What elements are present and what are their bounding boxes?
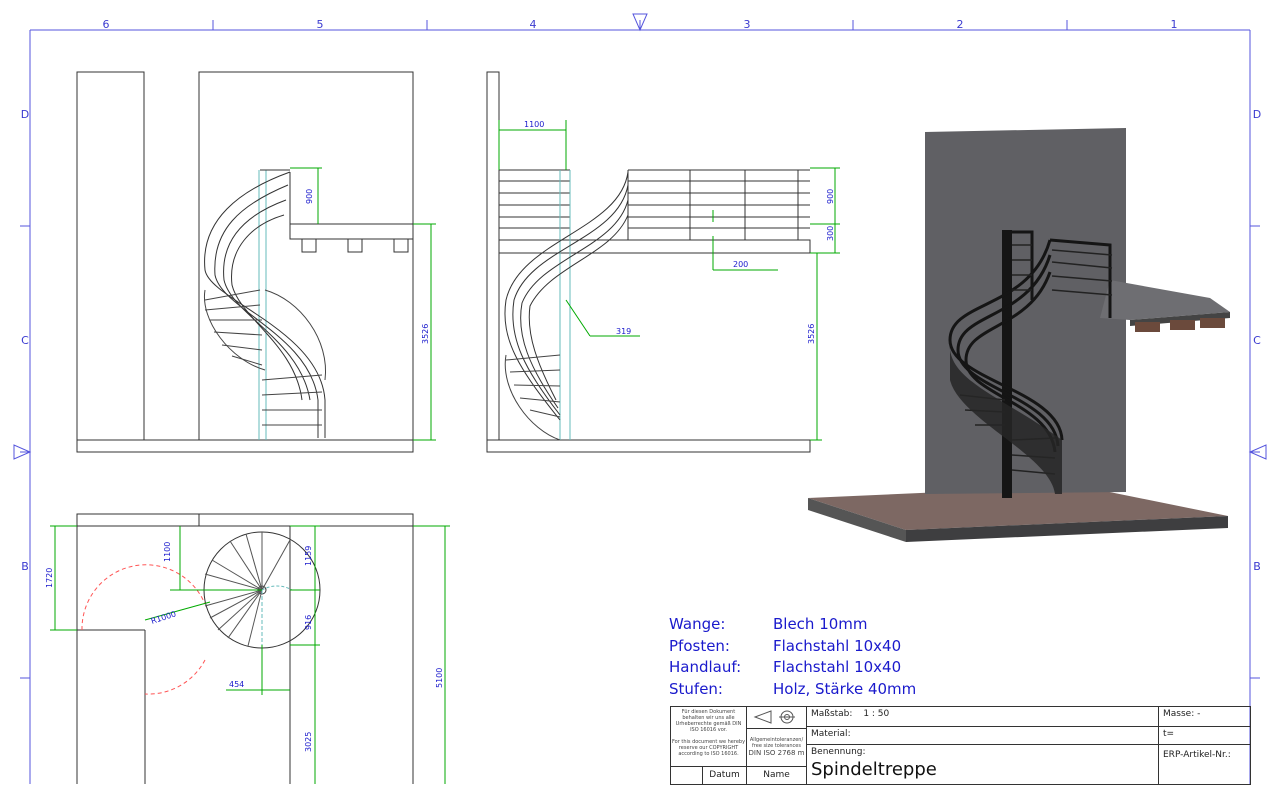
date-header-cell: Datum xyxy=(703,767,747,785)
date-label: Datum xyxy=(709,770,740,780)
erp-cell: ERP-Artikel-Nr.: xyxy=(1159,745,1251,785)
dim-r1000: R1000 xyxy=(150,609,177,626)
reference-radius-arc xyxy=(81,564,206,695)
projection-symbol-icon xyxy=(753,710,795,724)
tolerance-cell: Allgemeintoleranzen/ free size tolerance… xyxy=(747,729,807,767)
dim-454: 454 xyxy=(229,680,244,689)
note-key: Pfosten: xyxy=(669,636,730,655)
front-view xyxy=(486,71,811,453)
technical-drawing-sheet: 6 5 4 3 2 1 D C B D C B 900 3526 1100 90… xyxy=(13,13,1267,784)
note-row: Wange: Blech 10mm xyxy=(669,614,916,636)
row-label: B xyxy=(1253,560,1261,573)
dim-916: 916 xyxy=(304,615,313,630)
scale-label: Maßstab: xyxy=(811,709,853,719)
thickness-cell: t= xyxy=(1159,727,1251,745)
dim-3526: 3526 xyxy=(421,324,430,344)
dim-3526: 3526 xyxy=(807,324,816,344)
column-label: 3 xyxy=(744,18,751,31)
dim-1100: 1100 xyxy=(163,542,172,562)
note-value: Blech 10mm xyxy=(773,615,868,633)
drawing-name: Spindeltreppe xyxy=(811,759,937,780)
row-label: C xyxy=(1253,334,1261,347)
note-key: Stufen: xyxy=(669,679,723,698)
row-label: D xyxy=(1253,108,1261,121)
title-block: Für diesen Dokument behalten wir uns all… xyxy=(670,706,1251,785)
note-value: Flachstahl 10x40 xyxy=(773,636,902,655)
revision-blank-cell xyxy=(671,767,703,785)
column-label: 2 xyxy=(957,18,964,31)
mass-label: Masse: - xyxy=(1163,709,1201,719)
projection-symbol-cell xyxy=(747,707,807,729)
plan-view-dim-text: 1720 1100 R1000 1159 916 454 5100 3025 xyxy=(45,542,444,752)
plan-view-dimensions xyxy=(50,525,450,784)
dim-1720: 1720 xyxy=(45,568,54,588)
dim-300: 300 xyxy=(826,226,835,241)
dim-1159: 1159 xyxy=(304,546,313,566)
copyright-de: Für diesen Dokument behalten wir uns all… xyxy=(675,709,742,733)
isometric-render xyxy=(808,128,1230,542)
dim-200: 200 xyxy=(733,260,748,269)
mass-cell: Masse: - xyxy=(1159,707,1251,727)
side-view-dimensions xyxy=(290,167,436,441)
note-key: Wange: xyxy=(669,615,726,633)
row-label: C xyxy=(21,334,29,347)
tolerance-standard: DIN ISO 2768 m xyxy=(748,749,805,757)
dim-3025: 3025 xyxy=(304,732,313,752)
material-label: Material: xyxy=(811,729,851,739)
dim-1100: 1100 xyxy=(524,120,544,129)
row-label: D xyxy=(21,108,29,121)
note-value: Holz, Stärke 40mm xyxy=(773,679,917,698)
dim-900: 900 xyxy=(826,189,835,204)
note-row: Stufen: Holz, Stärke 40mm xyxy=(669,679,916,701)
front-view-dim-text: 1100 900 300 200 319 3526 xyxy=(524,120,835,344)
erp-label: ERP-Artikel-Nr.: xyxy=(1163,750,1231,760)
front-view-dimensions xyxy=(498,120,840,441)
note-row: Handlauf: Flachstahl 10x40 xyxy=(669,657,916,679)
scale-cell: Maßstab: 1 : 50 xyxy=(807,707,1159,727)
column-label: 4 xyxy=(530,18,537,31)
column-label: 5 xyxy=(317,18,324,31)
thickness-label: t= xyxy=(1163,729,1175,739)
material-label-cell: Material: xyxy=(807,727,1159,745)
column-label: 6 xyxy=(103,18,110,31)
plan-view xyxy=(76,513,414,784)
note-value: Flachstahl 10x40 xyxy=(773,658,902,676)
dim-5100: 5100 xyxy=(435,668,444,688)
side-view xyxy=(76,71,414,453)
material-notes: Wange: Blech 10mm Pfosten: Flachstahl 10x… xyxy=(669,614,916,700)
copyright-cell: Für diesen Dokument behalten wir uns all… xyxy=(671,707,747,767)
dim-900: 900 xyxy=(305,189,314,204)
tolerance-note: Allgemeintoleranzen/ free size tolerance… xyxy=(749,737,804,749)
person-header-cell: Name xyxy=(747,767,807,785)
person-label: Name xyxy=(763,770,790,780)
note-key: Handlauf: xyxy=(669,658,742,676)
name-cell: Benennung: Spindeltreppe xyxy=(807,745,1159,785)
side-view-dim-text: 900 3526 xyxy=(305,189,430,344)
dim-319: 319 xyxy=(616,327,631,336)
row-label: B xyxy=(21,560,29,573)
scale-value: 1 : 50 xyxy=(863,709,890,719)
note-row: Pfosten: Flachstahl 10x40 xyxy=(669,636,916,658)
copyright-en: For this document we hereby reserve our … xyxy=(671,739,746,757)
column-label: 1 xyxy=(1171,18,1178,31)
name-label: Benennung: xyxy=(811,747,866,757)
